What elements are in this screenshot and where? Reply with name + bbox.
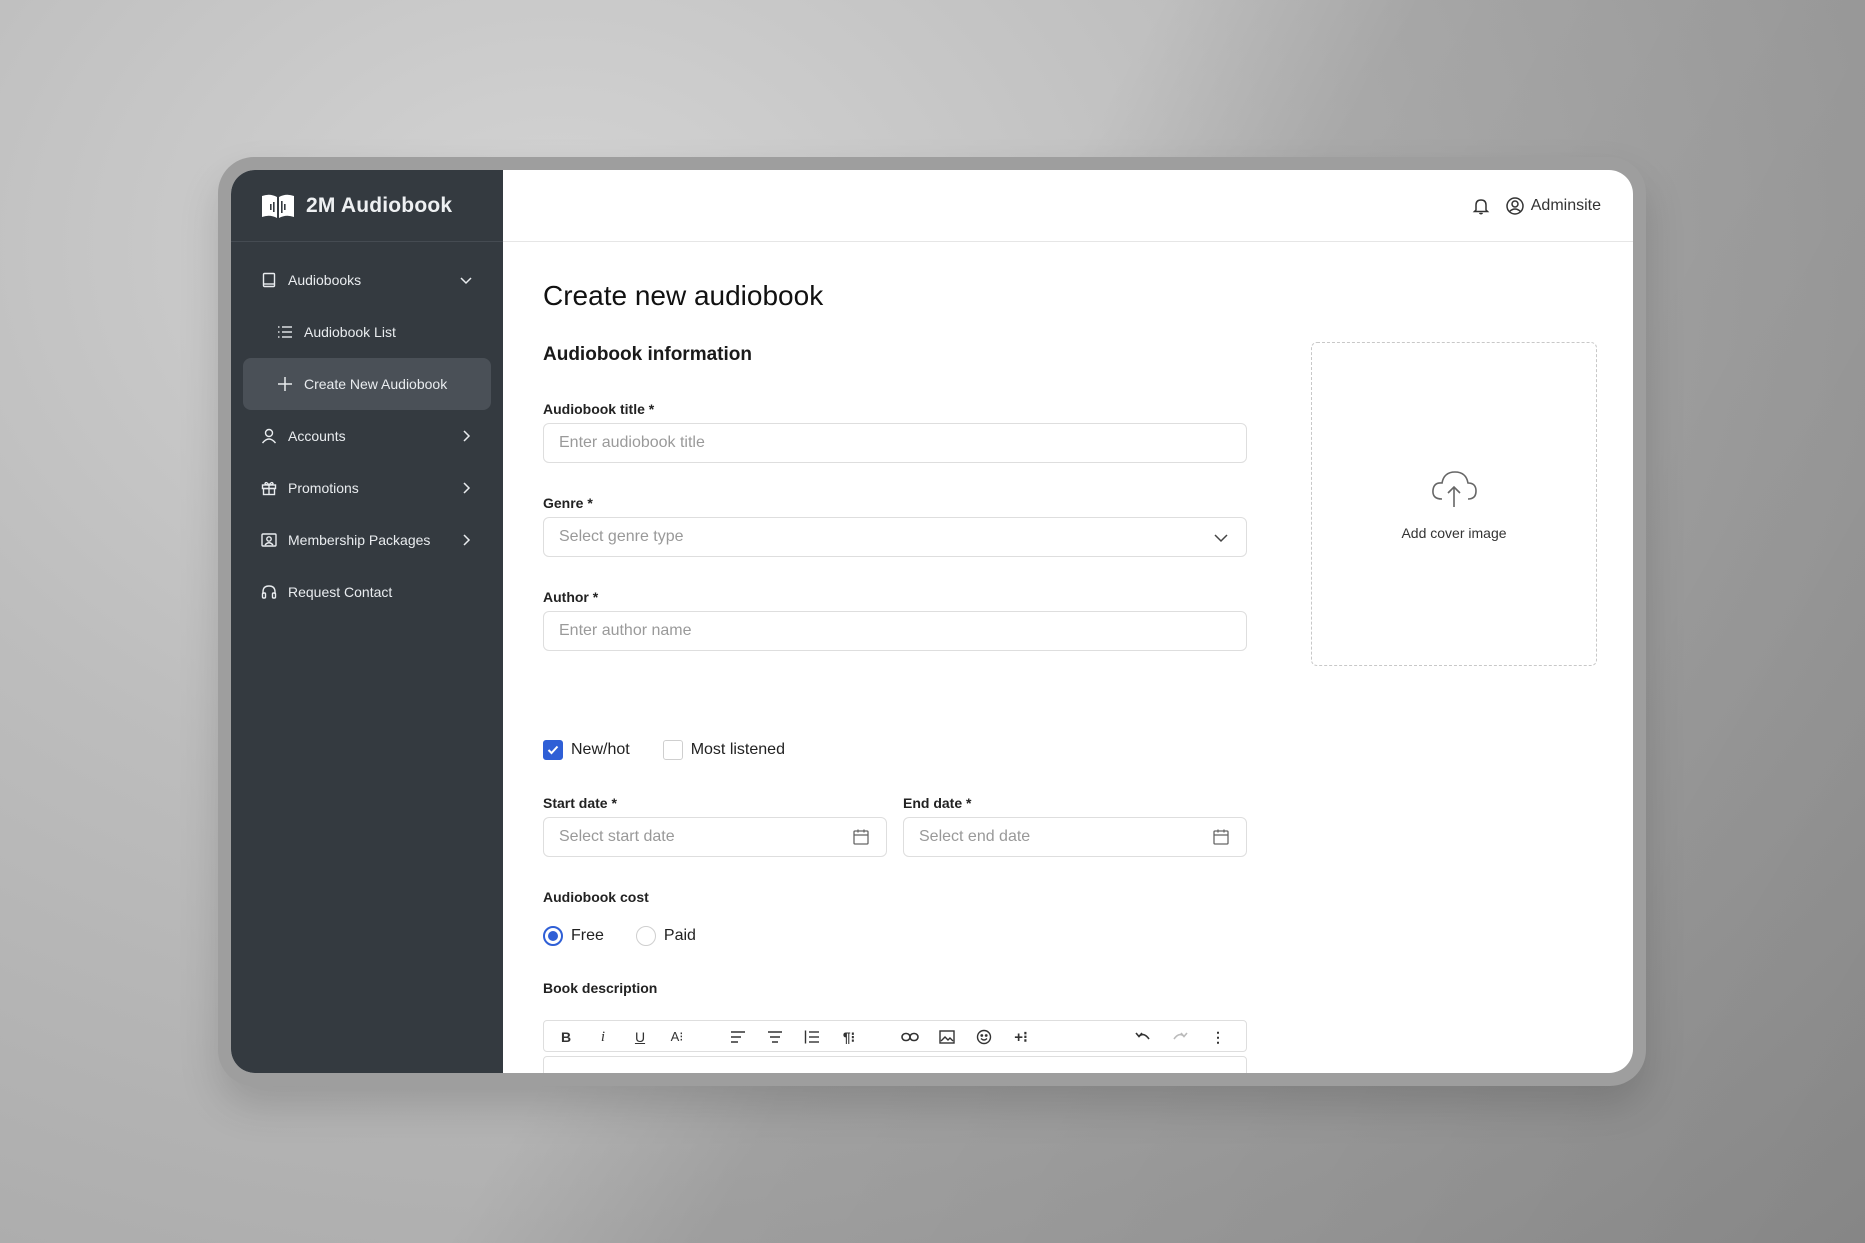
emoji-icon[interactable]: [974, 1027, 994, 1047]
main-area: Adminsite Create new audiobook Audiobook…: [503, 170, 1633, 1073]
redo-icon[interactable]: [1170, 1027, 1190, 1047]
user-icon: [260, 427, 278, 445]
sidebar-item-label: Request Contact: [288, 584, 393, 600]
flags-row: New/hot Most listened: [543, 740, 785, 760]
cover-image-label: Add cover image: [1401, 525, 1507, 541]
gift-icon: [260, 479, 278, 497]
chevron-down-icon: [460, 277, 472, 285]
sidebar-item-promotions[interactable]: Promotions: [231, 462, 503, 514]
new-hot-checkbox[interactable]: [543, 740, 563, 760]
sidebar-item-label: Audiobooks: [288, 272, 362, 288]
end-date-label: End date *: [903, 795, 972, 811]
check-icon: [547, 745, 559, 755]
underline-icon[interactable]: U: [630, 1027, 650, 1047]
chevron-down-icon: [1214, 534, 1228, 543]
chevron-right-icon: [463, 534, 471, 546]
sidebar-item-request-contact[interactable]: Request Contact: [231, 566, 503, 618]
id-card-icon: [260, 531, 278, 549]
start-date-picker[interactable]: Select start date: [543, 817, 887, 857]
brand-name: 2M Audiobook: [306, 193, 453, 217]
start-date-placeholder: Select start date: [559, 828, 675, 845]
section-title: Audiobook information: [543, 344, 752, 365]
calendar-icon: [853, 829, 869, 845]
sidebar-item-accounts[interactable]: Accounts: [231, 410, 503, 462]
editor-toolbar: B i U A⁝ ¶⁝ +⁝ ⋮: [543, 1020, 1247, 1052]
most-listened-checkbox[interactable]: [662, 740, 683, 760]
plus-icon: [276, 375, 294, 393]
book-icon: [260, 271, 278, 289]
author-label: Author *: [543, 589, 599, 605]
calendar-icon: [1213, 829, 1229, 845]
sidebar-item-label: Accounts: [288, 428, 346, 444]
genre-select[interactable]: Select genre type: [543, 517, 1247, 557]
more-options-icon[interactable]: ⋮: [1208, 1027, 1228, 1047]
user-circle-icon: [1506, 196, 1524, 215]
title-input[interactable]: [543, 423, 1247, 463]
cost-radio-group: Free Paid: [543, 926, 696, 946]
brand[interactable]: 2M Audiobook: [231, 170, 503, 242]
image-icon[interactable]: [937, 1027, 957, 1047]
chevron-right-icon: [463, 482, 471, 494]
end-date-placeholder: Select end date: [919, 828, 1031, 845]
open-book-icon: [262, 194, 294, 218]
description-editor[interactable]: [543, 1056, 1247, 1073]
sidebar-item-label: Audiobook List: [304, 324, 396, 340]
bold-icon[interactable]: B: [556, 1027, 576, 1047]
genre-label: Genre *: [543, 495, 593, 511]
bell-icon[interactable]: [1471, 196, 1491, 216]
cloud-upload-icon: [1432, 471, 1477, 507]
headset-icon: [260, 583, 278, 601]
most-listened-label: Most listened: [690, 741, 785, 758]
paragraph-icon[interactable]: ¶⁝: [839, 1027, 859, 1047]
paid-radio[interactable]: [635, 926, 656, 946]
page-title: Create new audiobook: [543, 280, 824, 311]
start-date-label: Start date *: [543, 795, 617, 811]
user-menu[interactable]: Adminsite: [1505, 196, 1601, 216]
sidebar-item-label: Create New Audiobook: [304, 376, 448, 392]
align-center-icon[interactable]: [765, 1027, 785, 1047]
free-label: Free: [571, 927, 604, 944]
cover-image-dropzone[interactable]: Add cover image: [1311, 342, 1597, 666]
app-screen: 2M Audiobook Audiobooks Audiobook List C…: [231, 170, 1633, 1073]
insert-icon[interactable]: +⁝: [1011, 1027, 1031, 1047]
username: Adminsite: [1530, 196, 1601, 214]
cost-label: Audiobook cost: [543, 889, 649, 905]
author-input[interactable]: [543, 611, 1247, 651]
paid-label: Paid: [663, 927, 696, 944]
sidebar-item-create-new-audiobook[interactable]: Create New Audiobook: [243, 358, 491, 410]
align-left-icon[interactable]: [728, 1027, 748, 1047]
sidebar: 2M Audiobook Audiobooks Audiobook List C…: [231, 170, 503, 1073]
sidebar-item-label: Membership Packages: [288, 532, 431, 548]
description-label: Book description: [543, 980, 658, 996]
title-label: Audiobook title *: [543, 401, 655, 417]
chevron-right-icon: [463, 430, 471, 442]
sidebar-item-audiobook-list[interactable]: Audiobook List: [231, 306, 503, 358]
link-icon[interactable]: [900, 1027, 920, 1047]
italic-icon[interactable]: i: [593, 1027, 613, 1047]
genre-placeholder: Select genre type: [559, 528, 684, 545]
ordered-list-icon[interactable]: [802, 1027, 822, 1047]
sidebar-nav: Audiobooks Audiobook List Create New Aud…: [231, 242, 503, 618]
device-frame: 2M Audiobook Audiobooks Audiobook List C…: [218, 157, 1646, 1086]
list-icon: [276, 323, 294, 341]
undo-icon[interactable]: [1133, 1027, 1153, 1047]
sidebar-item-membership-packages[interactable]: Membership Packages: [231, 514, 503, 566]
free-radio[interactable]: [543, 926, 563, 946]
sidebar-item-audiobooks[interactable]: Audiobooks: [231, 254, 503, 306]
top-bar: Adminsite: [503, 170, 1633, 242]
new-hot-label: New/hot: [571, 741, 630, 758]
sidebar-item-label: Promotions: [288, 480, 359, 496]
end-date-picker[interactable]: Select end date: [903, 817, 1247, 857]
font-size-icon[interactable]: A⁝: [667, 1027, 687, 1047]
